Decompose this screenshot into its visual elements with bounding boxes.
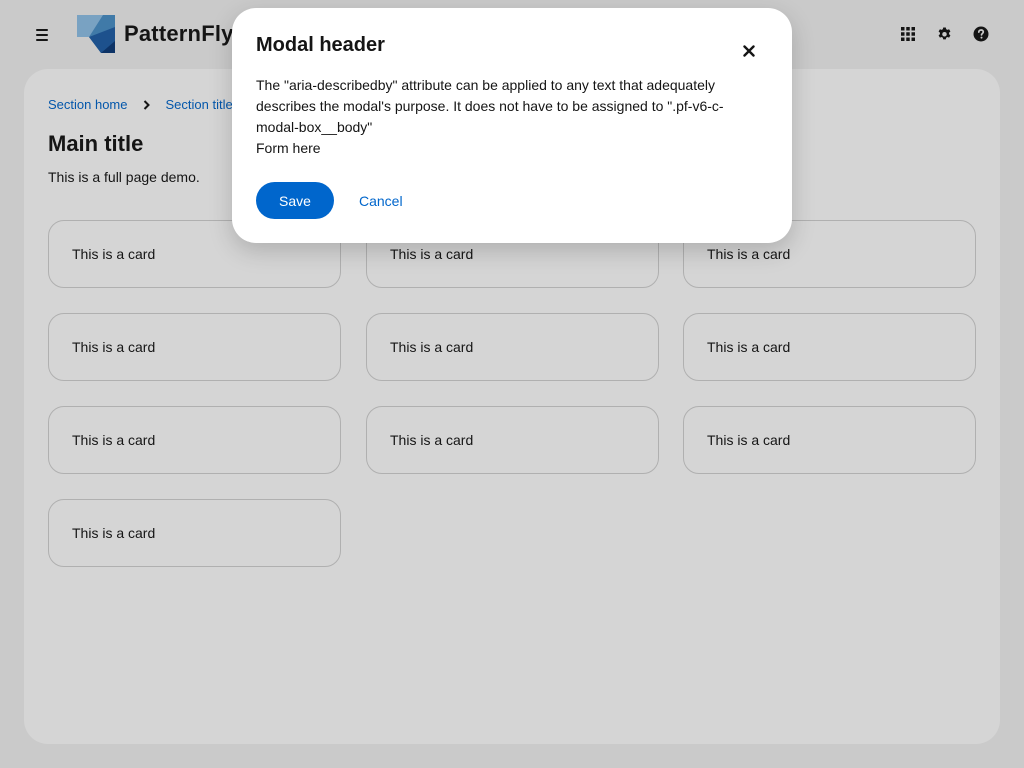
- modal-description: The "aria-describedby" attribute can be …: [256, 77, 724, 135]
- modal-title: Modal header: [256, 34, 385, 56]
- modal-dialog: Modal header The "aria-describedby" attr…: [232, 8, 792, 243]
- cancel-button[interactable]: Cancel: [348, 182, 414, 219]
- modal-form-placeholder: Form here: [256, 140, 321, 156]
- modal-body: The "aria-describedby" attribute can be …: [256, 75, 756, 159]
- save-button[interactable]: Save: [256, 182, 334, 219]
- close-icon[interactable]: [740, 42, 758, 60]
